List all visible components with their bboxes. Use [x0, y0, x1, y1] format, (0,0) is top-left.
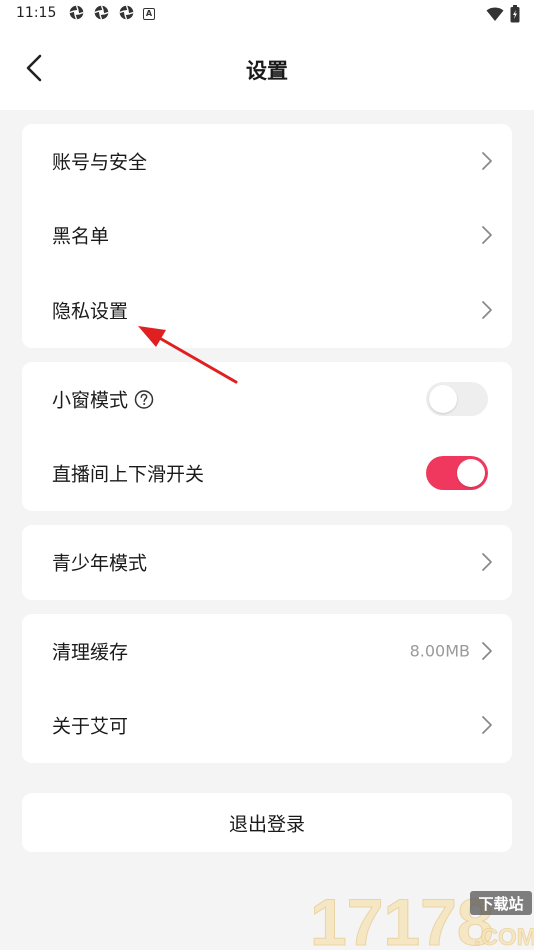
row-account-security[interactable]: 账号与安全 — [22, 124, 512, 198]
row-blacklist[interactable]: 黑名单 — [22, 198, 512, 272]
mini-window-label: 小窗模式 — [52, 389, 129, 412]
watermark-logo: 17178 下载站 .COM — [310, 885, 534, 950]
top-area: 11:15 A 设置 — [0, 0, 534, 110]
live-swipe-toggle[interactable] — [426, 456, 488, 490]
watermark-number: 17178 — [310, 885, 494, 950]
row-label: 黑名单 — [52, 225, 110, 248]
logout-label: 退出登录 — [228, 813, 305, 835]
notification-app-icon — [69, 5, 84, 20]
row-youth-mode[interactable]: 青少年模式 — [22, 525, 512, 599]
row-label: 清理缓存 — [52, 641, 129, 664]
notification-badge: A — [143, 7, 155, 20]
chevron-right-icon — [482, 301, 492, 319]
wifi-icon — [486, 7, 504, 21]
row-label: 青少年模式 — [52, 552, 148, 575]
row-label: 关于艾可 — [52, 715, 129, 738]
notification-app-icon — [119, 5, 134, 20]
row-live-swipe-switch: 直播间上下滑开关 — [22, 436, 512, 510]
chevron-right-icon — [482, 152, 492, 170]
status-notification-icons: A — [68, 4, 155, 21]
page-title: 设置 — [246, 59, 288, 83]
row-mini-window-mode: 小窗模式 — [22, 362, 512, 436]
watermark-domain: .COM — [474, 924, 534, 950]
row-label: 小窗模式 — [52, 386, 154, 413]
cache-size-value: 8.00MB — [409, 641, 470, 661]
status-bar: 11:15 A — [0, 0, 534, 30]
status-time: 11:15 — [16, 5, 57, 21]
battery-icon — [510, 5, 520, 23]
row-label: 直播间上下滑开关 — [52, 463, 205, 486]
youth-mode-card: 青少年模式 — [22, 525, 512, 600]
help-icon[interactable] — [134, 389, 154, 409]
row-privacy-settings[interactable]: 隐私设置 — [22, 273, 512, 347]
account-settings-card: 账号与安全 黑名单 隐私设置 — [22, 124, 512, 348]
notification-app-icon — [94, 5, 109, 20]
row-label: 隐私设置 — [52, 300, 129, 323]
watermark-tag: 下载站 — [478, 895, 523, 913]
status-system-icons — [486, 5, 520, 23]
toggle-knob — [429, 385, 457, 413]
app-info-card: 清理缓存 8.00MB 关于艾可 — [22, 614, 512, 763]
row-clear-cache[interactable]: 清理缓存 8.00MB — [22, 614, 512, 688]
toggle-knob — [457, 459, 485, 487]
row-label: 账号与安全 — [52, 151, 148, 174]
logout-button[interactable]: 退出登录 — [22, 793, 512, 852]
chevron-right-icon — [482, 553, 492, 571]
chevron-right-icon — [482, 226, 492, 244]
row-about-aike[interactable]: 关于艾可 — [22, 688, 512, 762]
chevron-right-icon — [482, 642, 492, 660]
mini-window-toggle[interactable] — [426, 382, 488, 416]
playback-settings-card: 小窗模式 直播间上下滑开关 — [22, 362, 512, 511]
chevron-right-icon — [482, 716, 492, 734]
